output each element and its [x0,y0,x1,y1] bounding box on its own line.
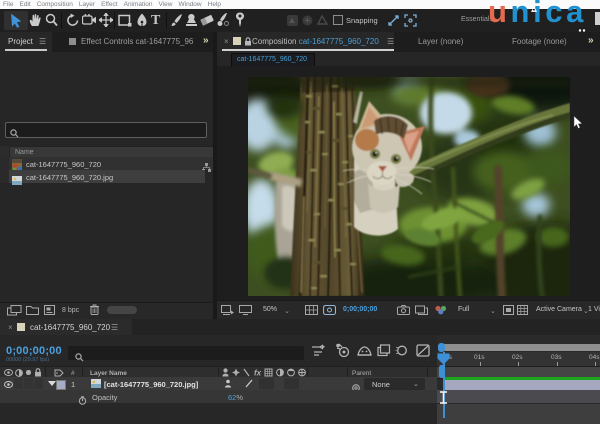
svg-text:fx: fx [254,369,262,378]
